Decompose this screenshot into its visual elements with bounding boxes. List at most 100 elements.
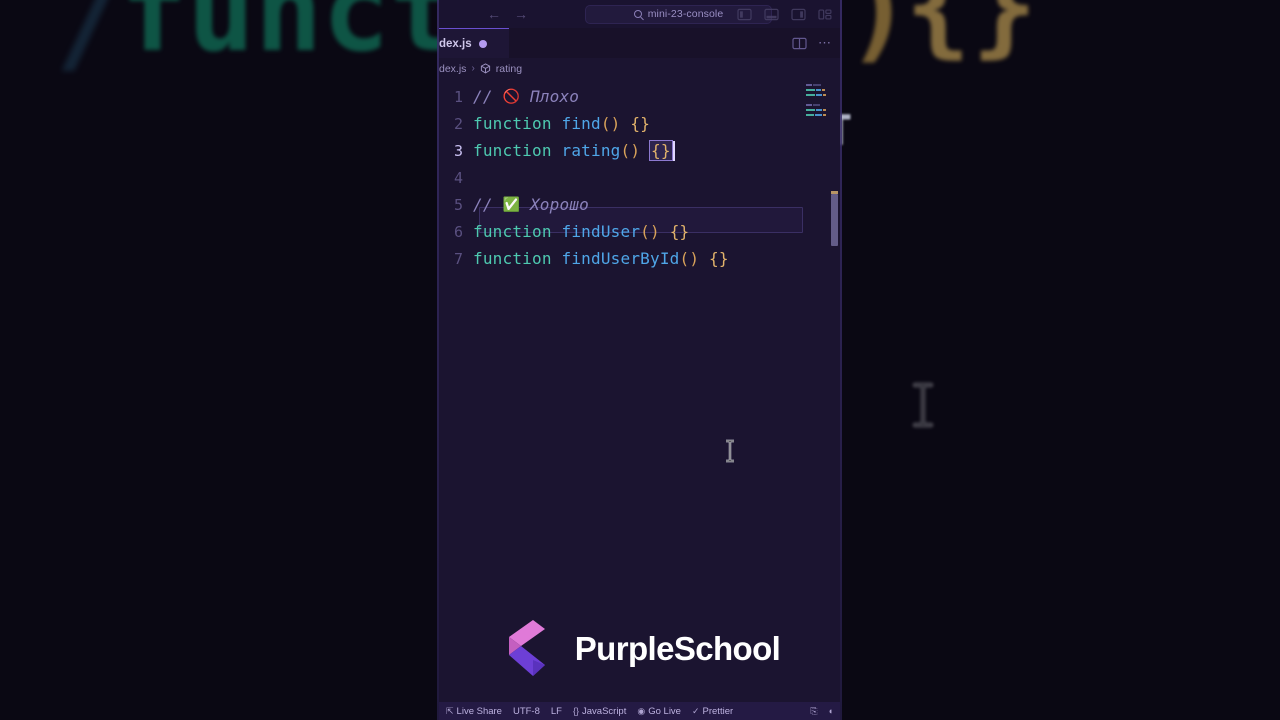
frame-edge-right [840,0,842,720]
background-slash-glyph: / [55,0,127,88]
js-icon: {} [572,706,579,716]
status-encoding-label: UTF-8 [512,705,540,717]
status-language-mode[interactable]: {} JavaScript [573,706,626,717]
check-icon: ✓ [691,705,700,716]
editor-actions: ⋯ [792,28,832,58]
background-braces-glyph: {} [905,0,1038,69]
status-language-label: JavaScript [582,705,627,717]
code-token: // [473,87,503,106]
broadcast-icon: ⇱ [446,705,454,716]
status-live-share-label: Live Share [456,705,502,717]
breadcrumb-separator: › [471,63,475,74]
tab-index-js[interactable]: dex.js [439,28,509,58]
brand-name: PurpleSchool [574,630,781,667]
vscode-window: ← → mini-23-console dex.js ⋯ dex.js › ra… [439,0,840,720]
back-icon[interactable]: ← [487,7,501,21]
code-line-text: function findUser() {} [473,222,689,241]
editor-tab-bar: dex.js ⋯ [439,28,840,58]
code-line[interactable]: 4 [439,164,840,191]
status-prettier[interactable]: ✓ Prettier [692,706,733,717]
code-token: function [473,114,562,133]
code-lines: 1// 🚫 Плохо 2 function find() {} 3 function … [439,79,840,272]
status-prettier-label: Prettier [702,705,734,717]
layout-controls [737,8,833,21]
forward-icon[interactable]: → [514,7,528,21]
line-number: 3 [453,141,463,160]
code-line[interactable]: 2 function find() {} [439,110,840,137]
code-line[interactable]: 3 function rating() {} [439,137,840,164]
background-paren-glyph: ) [845,0,913,75]
code-line-text: function find() {} [473,114,650,133]
mouse-text-ibeam-cursor-icon [726,439,734,463]
code-line-text: function rating() {} [473,140,675,161]
breadcrumb-file[interactable]: dex.js [439,63,466,75]
text-caret [672,140,675,161]
code-line[interactable]: 1 // 🚫 Плохо [439,83,840,110]
line-number: 4 [453,168,463,187]
unsaved-changes-dot-icon[interactable] [478,39,487,48]
line-number: 2 [453,114,463,133]
status-encoding[interactable]: UTF-8 [513,706,540,717]
minimap[interactable] [806,84,827,119]
search-icon [633,10,642,18]
toggle-secondary-sidebar-icon[interactable] [791,8,806,21]
code-token: () [600,114,621,133]
editor-vertical-scrollbar[interactable] [831,194,838,246]
code-token: Хорошо [520,195,589,214]
code-token: () [679,249,700,268]
line-number: 6 [453,222,463,241]
background-text-ibeam-cursor-icon [912,382,934,428]
purpleschool-chevron-logo-icon [508,620,545,676]
code-token: () [640,222,660,241]
code-token: // [473,195,503,214]
broadcast-icon: ◉ [637,705,646,716]
bell-dot-icon[interactable]: ◖ [828,706,833,716]
code-line[interactable]: 5 // ✅ Хорошо [439,191,840,218]
code-token: rating [561,141,621,160]
title-bar: ← → mini-23-console [439,0,840,28]
status-go-live-label: Go Live [648,705,681,717]
code-token: findUser [561,222,641,241]
breadcrumb: dex.js › rating [439,58,840,79]
status-go-live[interactable]: ◉ Go Live [637,706,681,717]
feedback-icon[interactable]: ⎘ [810,706,817,717]
more-actions-icon[interactable]: ⋯ [818,36,832,49]
status-bar: ⇱ Live Share UTF-8 LF {} JavaScript ◉ Go… [439,702,840,720]
breadcrumb-symbol[interactable]: rating [496,63,522,75]
branding-bar: PurpleSchool [439,602,840,702]
code-line[interactable]: 7 function findUserById() {} [439,245,840,272]
toggle-panel-icon[interactable] [764,8,779,21]
status-eol-label: LF [550,705,562,717]
code-token: findUserById [561,249,680,268]
line-number: 7 [453,249,463,268]
code-line[interactable]: 6 function findUser() {} [439,218,840,245]
code-line-text: function findUserById() {} [473,249,729,268]
code-token: {} [669,222,690,241]
code-token: Плохо [520,87,580,106]
customize-layout-icon[interactable] [818,8,833,21]
line-number: 1 [453,87,463,106]
code-token: ✅ [502,196,521,213]
toggle-primary-sidebar-icon[interactable] [737,8,752,21]
split-editor-icon[interactable] [792,37,807,50]
code-line-text: // ✅ Хорошо [473,195,589,214]
code-token: {} [630,114,651,133]
code-token: function [473,222,562,241]
symbol-method-icon [480,63,490,74]
navigation-arrows: ← → [487,7,528,21]
code-token: () [620,141,641,160]
code-token: function [473,249,562,268]
code-line-text: // 🚫 Плохо [473,87,579,106]
status-live-share[interactable]: ⇱ Live Share [446,706,502,717]
status-right-group: ⎘ ◖ [810,706,833,717]
status-eol[interactable]: LF [551,706,562,717]
tab-label: dex.js [439,37,472,50]
code-token: {} [709,249,729,268]
search-input-value: mini-23-console [647,8,724,20]
bracket-match-highlight: {} [649,140,673,161]
code-editor[interactable]: 1// 🚫 Плохо 2 function find() {} 3 function … [439,79,840,602]
code-token: find [561,114,601,133]
